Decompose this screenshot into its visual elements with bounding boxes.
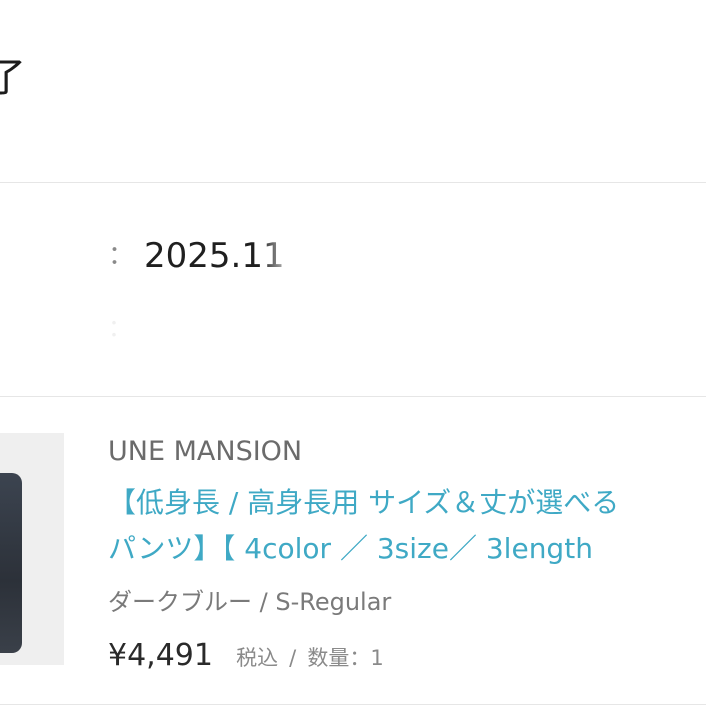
product-title-line-2: パンツ】【 4color ／ 3size／ 3length (108, 532, 593, 565)
section-divider (0, 396, 706, 397)
order-date-colon: ： (108, 241, 135, 271)
price-row: ¥4,491 税込 / 数量：1 (108, 636, 384, 678)
product-title-line-1: 【低身長 / 高身長用 サイズ＆丈が選べる (108, 486, 620, 519)
order-info-row: ： (108, 308, 168, 338)
order-status-title: 了 (0, 55, 26, 101)
product-image (0, 473, 22, 653)
section-divider (0, 182, 706, 183)
quantity-label: 数量：1 (307, 646, 384, 670)
tax-label: 税込 (236, 646, 279, 670)
product-variant: ダークブルー / S-Regular (108, 588, 392, 616)
product-title-link[interactable]: 【低身長 / 高身長用 サイズ＆丈が選べる パンツ】【 4color ／ 3si… (108, 480, 706, 572)
product-thumbnail[interactable] (0, 433, 64, 665)
order-date-value: 2025.11 (144, 236, 285, 276)
section-divider (0, 704, 706, 705)
order-date-row: ： 2025.11 (108, 234, 298, 278)
order-info-colon: ： (108, 314, 132, 338)
product-price: ¥4,491 (108, 638, 213, 673)
product-brand: UNE MANSION (108, 436, 303, 467)
order-detail-page: 了 ： 2025.11 ： UNE MANSION 【低身長 / 高身長用 サイズ… (0, 0, 706, 706)
price-separator: / (289, 646, 297, 670)
